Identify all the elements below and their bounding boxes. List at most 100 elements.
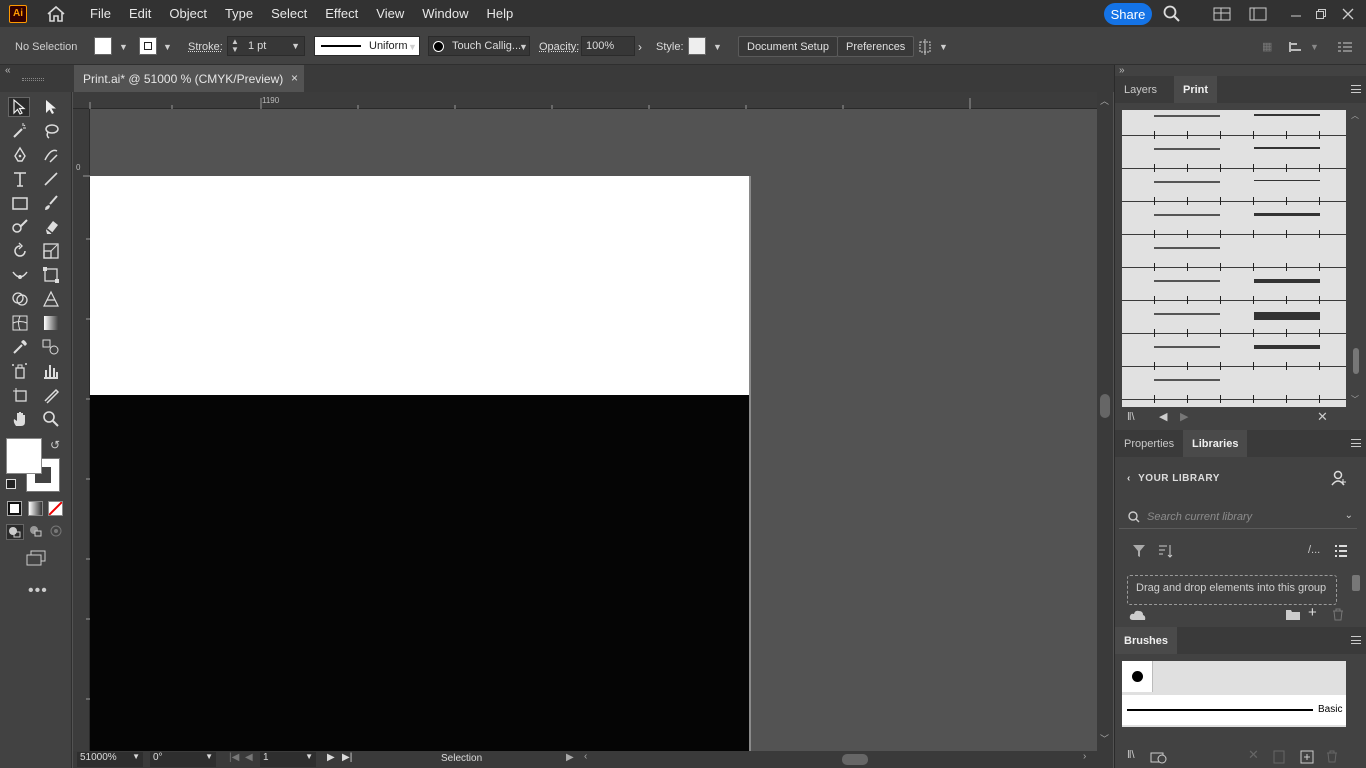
menu-view[interactable]: View <box>370 0 410 27</box>
new-brush-icon[interactable] <box>1300 750 1314 764</box>
preferences-button[interactable]: Preferences <box>837 36 914 57</box>
tab-libraries[interactable]: Libraries <box>1183 430 1247 457</box>
none-mode-icon[interactable] <box>49 502 62 515</box>
draw-normal-icon[interactable] <box>6 524 24 540</box>
library-dropzone[interactable]: Drag and drop elements into this group <box>1127 575 1337 605</box>
arrange-documents-icon[interactable] <box>1212 4 1232 24</box>
brush-preview-row[interactable] <box>1122 235 1346 268</box>
gradient-tool-icon[interactable] <box>40 313 62 333</box>
scroll-up-icon[interactable]: ︿ <box>1100 94 1109 107</box>
align-icon[interactable] <box>917 37 933 56</box>
home-icon[interactable] <box>45 4 67 24</box>
draw-behind-icon[interactable] <box>28 524 46 540</box>
chevron-down-icon[interactable]: ▼ <box>1310 37 1319 56</box>
column-graph-tool-icon[interactable] <box>40 361 62 381</box>
graphic-style-swatch[interactable] <box>688 36 706 55</box>
stepper-icon[interactable]: ▲ ▼ <box>228 38 242 54</box>
chevron-down-icon[interactable]: ▼ <box>939 37 948 56</box>
brush-preview-row[interactable] <box>1122 202 1346 235</box>
expand-panels-icon[interactable]: » <box>1119 65 1125 76</box>
brush-preview-row[interactable] <box>1122 367 1346 400</box>
menu-type[interactable]: Type <box>219 0 259 27</box>
status-menu-icon[interactable]: ▶ <box>566 752 574 763</box>
tab-layers[interactable]: Layers <box>1115 76 1166 103</box>
panel-menu-icon[interactable] <box>1338 37 1352 56</box>
brush-preview-row[interactable] <box>1122 301 1346 334</box>
perspective-grid-tool-icon[interactable] <box>40 289 62 309</box>
opacity-field[interactable]: 100% <box>581 36 635 56</box>
sort-icon[interactable] <box>1158 544 1174 558</box>
library-scroll-thumb[interactable] <box>1352 575 1360 591</box>
scroll-down-icon[interactable]: ﹀ <box>1351 394 1359 405</box>
delete-icon[interactable] <box>1332 608 1344 621</box>
gradient-mode-icon[interactable] <box>29 502 42 515</box>
brushes-list[interactable]: Basic <box>1122 661 1346 727</box>
zoom-field[interactable]: 51000% ▼ <box>77 752 143 767</box>
chevron-down-icon[interactable]: ▼ <box>305 752 313 761</box>
add-element-icon[interactable]: + <box>1308 604 1317 621</box>
stroke-label[interactable]: Stroke: <box>188 37 223 56</box>
symbol-sprayer-tool-icon[interactable] <box>9 361 31 381</box>
scroll-down-icon[interactable]: ﹀ <box>1100 732 1109 745</box>
toolbar-grip[interactable] <box>22 78 44 81</box>
menu-window[interactable]: Window <box>416 0 474 27</box>
artboard-white-area[interactable] <box>90 176 750 395</box>
magic-wand-tool-icon[interactable] <box>9 121 31 141</box>
swap-fill-stroke-icon[interactable]: ↺ <box>50 438 60 452</box>
share-button[interactable]: Share <box>1104 3 1152 25</box>
restore-icon[interactable] <box>1311 4 1331 24</box>
line-segment-tool-icon[interactable] <box>40 169 62 189</box>
scroll-up-icon[interactable]: ︿ <box>1351 110 1359 121</box>
menu-help[interactable]: Help <box>480 0 519 27</box>
workspace-switcher-icon[interactable] <box>1248 4 1268 24</box>
canvas[interactable] <box>90 109 1096 751</box>
fill-color-box[interactable] <box>6 438 42 474</box>
curvature-tool-icon[interactable] <box>40 145 62 165</box>
stroke-weight-field[interactable]: ▲ ▼ 1 pt ▼ <box>227 36 305 56</box>
chevron-down-icon[interactable]: ▼ <box>205 752 213 761</box>
scroll-thumb[interactable] <box>1100 394 1110 418</box>
previous-library-icon[interactable]: ◀ <box>1159 410 1167 423</box>
chevron-down-icon[interactable]: ▼ <box>132 752 140 761</box>
chevron-right-icon[interactable]: › <box>638 37 642 56</box>
library-view-icon[interactable]: /... <box>1308 544 1320 556</box>
menu-effect[interactable]: Effect <box>319 0 364 27</box>
cloud-sync-icon[interactable] <box>1129 608 1147 622</box>
chevron-down-icon[interactable]: ▼ <box>713 37 722 56</box>
direct-selection-tool-icon[interactable] <box>40 97 62 117</box>
shape-builder-tool-icon[interactable] <box>9 289 31 309</box>
brush-libraries-menu-icon[interactable]: ǁ\ <box>1127 749 1135 761</box>
document-tab[interactable]: Print.ai* @ 51000 % (CMYK/Preview) × <box>74 65 304 92</box>
search-icon[interactable] <box>1162 4 1182 24</box>
stroke-swatch[interactable] <box>139 36 157 55</box>
scroll-right-icon[interactable]: › <box>1083 751 1086 762</box>
menu-file[interactable]: File <box>84 0 117 27</box>
transform-icon[interactable]: ▦ <box>1262 37 1272 56</box>
chevron-down-icon[interactable]: ▼ <box>119 37 128 56</box>
pen-tool-icon[interactable] <box>9 145 31 165</box>
delete-brush-icon[interactable] <box>1326 750 1338 763</box>
brush-list-scrollbar[interactable]: ︿ ﹀ <box>1350 110 1362 407</box>
first-artboard-icon[interactable]: |◀ <box>229 752 239 763</box>
library-back-button[interactable]: ‹ YOUR LIBRARY <box>1127 473 1220 484</box>
paintbrush-tool-icon[interactable] <box>40 193 62 213</box>
type-tool-icon[interactable] <box>9 169 31 189</box>
chevron-down-icon[interactable]: ▼ <box>519 37 528 56</box>
filter-icon[interactable] <box>1132 544 1146 558</box>
close-tab-icon[interactable]: × <box>291 71 298 85</box>
previous-artboard-icon[interactable]: ◀ <box>245 752 253 763</box>
brush-options-icon[interactable] <box>1273 750 1285 764</box>
vertical-ruler[interactable]: 0 <box>73 109 90 751</box>
minimize-icon[interactable] <box>1286 4 1306 24</box>
chevron-down-icon[interactable]: ▼ <box>291 41 300 51</box>
close-window-icon[interactable] <box>1338 4 1358 24</box>
slice-tool-icon[interactable] <box>40 385 62 405</box>
brush-preview-row[interactable] <box>1122 136 1346 169</box>
menu-edit[interactable]: Edit <box>123 0 157 27</box>
artboard-field[interactable]: 1 ▼ <box>260 752 316 767</box>
fill-swatch[interactable] <box>94 36 112 55</box>
last-artboard-icon[interactable]: ▶| <box>342 752 352 763</box>
collapse-toolbar-icon[interactable]: « <box>5 65 11 76</box>
pathfinder-icon[interactable] <box>1288 37 1304 56</box>
brush-definition[interactable]: Touch Callig... <box>428 36 530 56</box>
